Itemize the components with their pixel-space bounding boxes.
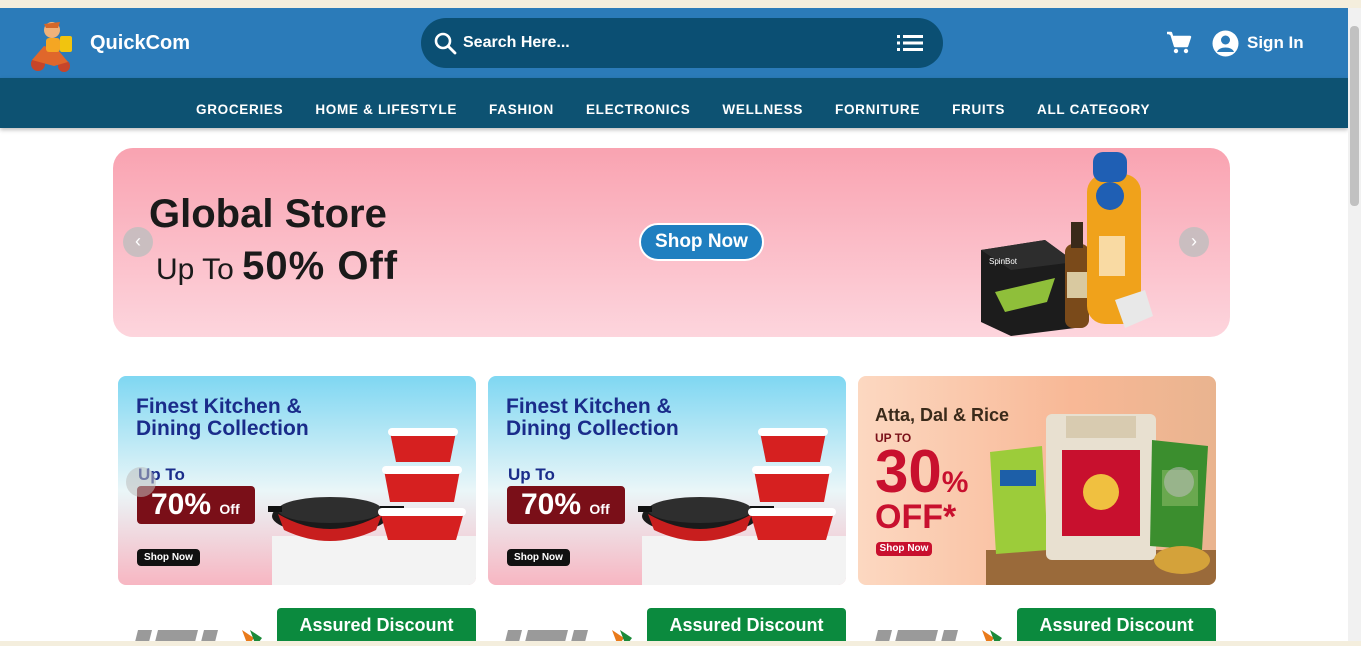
offer-title-line1: Finest Kitchen & xyxy=(506,395,672,418)
scrollbar-thumb[interactable] xyxy=(1350,26,1359,206)
offer-card-kitchen-1[interactable]: Finest Kitchen & Dining Collection Up To… xyxy=(118,376,476,585)
nav-item-fruits[interactable]: FRUITS xyxy=(952,102,1005,117)
hero-prev-arrow[interactable]: ‹ xyxy=(123,227,153,257)
offer-discount-percent: % xyxy=(941,466,969,499)
account-icon xyxy=(1212,30,1239,56)
offer-discount: 70% xyxy=(521,488,582,521)
hero-title: Global Store xyxy=(149,192,387,236)
site-header: QuickCom Sign In xyxy=(0,8,1348,78)
kitchen-products-image xyxy=(268,428,476,585)
offer-next-arrow[interactable] xyxy=(1164,467,1194,497)
search-icon[interactable] xyxy=(433,31,457,55)
grocery-products-image xyxy=(986,414,1216,585)
sign-in-label: Sign In xyxy=(1247,33,1304,52)
search-bar xyxy=(421,18,943,68)
offer-card-kitchen-2[interactable]: Finest Kitchen & Dining Collection Up To… xyxy=(488,376,846,585)
offer-discount-suffix: Off xyxy=(589,501,610,517)
brand-name[interactable]: QuickCom xyxy=(90,32,190,55)
offer-discount-suffix: Off xyxy=(219,501,240,517)
cart-icon[interactable] xyxy=(1166,31,1192,55)
list-icon[interactable] xyxy=(897,32,923,54)
logo-icon[interactable] xyxy=(24,16,78,74)
window-top-strip xyxy=(0,0,1361,8)
hero-next-arrow[interactable]: › xyxy=(1179,227,1209,257)
hero-subtitle-prefix: Up To xyxy=(156,253,234,286)
window-bottom-strip xyxy=(0,641,1361,646)
nav-item-fashion[interactable]: FASHION xyxy=(489,102,554,117)
hero-product-image: SpinBot xyxy=(981,152,1153,336)
offer-shop-now-button[interactable]: Shop Now xyxy=(876,542,932,556)
nav-item-groceries[interactable]: GROCERIES xyxy=(196,102,283,117)
category-nav: GROCERIES HOME & LIFESTYLE FASHION ELECT… xyxy=(0,78,1348,128)
nav-item-electronics[interactable]: ELECTRONICS xyxy=(586,102,690,117)
hero-subtitle: Up To 50% Off xyxy=(156,244,398,289)
nav-item-wellness[interactable]: WELLNESS xyxy=(722,102,803,117)
offer-prev-arrow[interactable] xyxy=(126,467,156,497)
offer-shop-now-button[interactable]: Shop Now xyxy=(137,549,200,566)
svg-text:SpinBot: SpinBot xyxy=(989,257,1018,266)
page-scrollbar[interactable] xyxy=(1348,8,1361,641)
offer-discount: 70% xyxy=(151,488,212,521)
hero-subtitle-value: 50% Off xyxy=(242,244,399,288)
offer-discount-badge: 70% Off xyxy=(507,486,625,524)
offer-title-line1: Finest Kitchen & xyxy=(136,395,302,418)
hero-shop-now-button[interactable]: Shop Now xyxy=(639,223,764,261)
offer-discount-badge: 70% Off xyxy=(137,486,255,524)
offer-shop-now-button[interactable]: Shop Now xyxy=(507,549,570,566)
nav-item-all-category[interactable]: ALL CATEGORY xyxy=(1037,102,1150,117)
offer-discount-value: 30 xyxy=(875,438,942,505)
nav-item-home-lifestyle[interactable]: HOME & LIFESTYLE xyxy=(315,102,457,117)
nav-item-forniture[interactable]: FORNITURE xyxy=(835,102,920,117)
offer-card-atta-dal-rice[interactable]: Atta, Dal & Rice UP TO 30% OFF* Shop Now xyxy=(858,376,1216,585)
kitchen-products-image xyxy=(638,428,846,585)
hero-banner[interactable]: Global Store Up To 50% Off Shop Now Spin… xyxy=(113,148,1230,337)
offer-upto: Up To xyxy=(508,465,555,484)
sign-in-button[interactable]: Sign In xyxy=(1212,28,1304,58)
search-input[interactable] xyxy=(463,32,863,54)
offer-off-label: OFF* xyxy=(875,498,957,536)
